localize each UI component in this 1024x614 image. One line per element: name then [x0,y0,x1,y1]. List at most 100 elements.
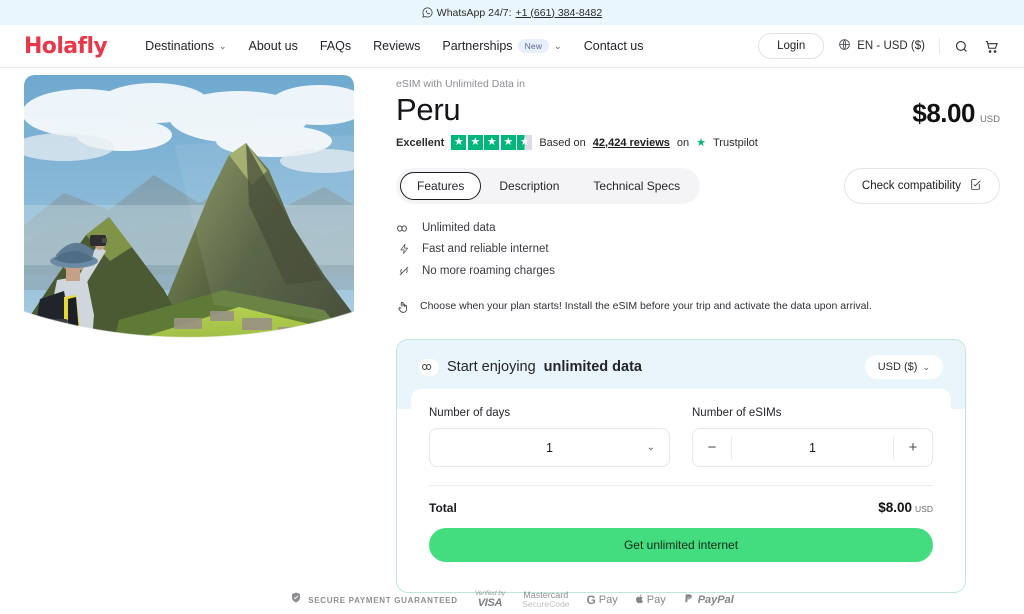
nav-item-about-us-label: About us [248,39,298,53]
whatsapp-phone-link[interactable]: +1 (661) 384-8482 [516,7,603,19]
rating-on: on [676,136,690,149]
nav-item-destinations[interactable]: Destinations ⌄ [145,39,226,53]
product-eyebrow: eSIM with Unlimited Data in [396,78,525,90]
decrement-button[interactable]: − [693,429,731,466]
page-title: Peru [396,92,461,127]
login-button[interactable]: Login [758,33,825,59]
product-tabs: Features Description Technical Specs [396,168,701,204]
secure-payment-text: SECURE PAYMENT GUARANTEED [308,595,458,605]
check-compatibility-label: Check compatibility [861,180,961,192]
chevron-down-icon: ⌄ [218,40,227,51]
tab-features[interactable]: Features [400,172,482,200]
nav-item-destinations-label: Destinations [145,39,214,53]
paypal-text: PayPal [697,594,734,606]
esims-selector-group: Number of eSIMs − 1 + [692,407,933,467]
feature-label: Fast and reliable internet [422,243,549,255]
google-pay-badge: G Pay [586,593,617,607]
lightning-icon [396,242,412,256]
page-content: eSIM with Unlimited Data in Peru $8.00 U… [0,68,1024,593]
days-selector-group: Number of days 1 ⌄ [429,407,670,467]
trustpilot-label: Trustpilot [713,136,758,149]
plan-start-note-text: Choose when your plan starts! Install th… [420,300,872,312]
paypal-badge: PayPal [683,593,734,608]
google-g-icon: G [586,593,596,607]
nav-item-reviews-label: Reviews [373,39,421,53]
number-of-esims-stepper: − 1 + [692,428,933,467]
infinity-icon [419,358,439,376]
nav-item-partnerships[interactable]: Partnerships New ⌄ [442,39,562,53]
nav-links: Destinations ⌄ About us FAQs Reviews Par… [145,39,643,53]
shield-icon [290,591,302,609]
product-price: $8.00 USD [912,92,1000,129]
days-label: Number of days [429,407,511,419]
feature-item: Unlimited data [396,222,1000,234]
whatsapp-label: WhatsApp 24/7: [436,6,512,19]
no-roaming-icon [396,264,412,278]
verified-by-visa-badge: Verified by VISA [475,591,505,609]
chevron-down-icon: ⌄ [554,40,562,51]
visa-logo-text: VISA [477,596,503,609]
number-of-esims-value: 1 [809,440,816,455]
total-label: Total [429,501,457,515]
payment-badges: SECURE PAYMENT GUARANTEED Verified by VI… [0,586,1024,614]
search-icon[interactable] [954,39,969,54]
hand-tap-icon [396,300,410,317]
chevron-down-icon: ⌄ [646,442,655,453]
apple-pay-text: Pay [646,594,666,606]
tab-description[interactable]: Description [483,173,575,199]
globe-icon [838,38,851,54]
trustpilot-star-icon: ★ [696,137,706,149]
star-icon: ★ [500,135,516,150]
purchase-card-title-bold: unlimited data [543,359,642,375]
tab-technical-specs[interactable]: Technical Specs [577,173,696,199]
trustpilot-rating: Excellent ★ ★ ★ ★ ★ Based on 42,424 revi… [396,135,1000,150]
get-unlimited-internet-button[interactable]: Get unlimited internet [429,528,933,562]
title-price-row: Peru $8.00 USD [396,92,1000,129]
chevron-down-icon: ⌄ [922,361,930,372]
nav-item-about-us[interactable]: About us [249,39,298,53]
whatsapp-icon [422,7,433,18]
purchase-card-title-prefix: Start enjoying [447,359,536,375]
total-value: $8.00 [878,500,913,515]
rating-word: Excellent [396,136,445,149]
feature-item: No more roaming charges [396,264,1000,278]
holafly-logo[interactable]: Holafly [24,34,108,59]
whatsapp-topbar: WhatsApp 24/7: +1 (661) 384-8482 [0,0,1024,25]
apple-icon [635,593,645,608]
nav-item-partnerships-label: Partnerships [442,39,513,53]
nav-item-faqs[interactable]: FAQs [320,39,351,53]
number-of-days-value: 1 [546,440,553,455]
reviews-count-link[interactable]: 42,424 reviews [593,137,670,149]
mastercard-securecode-badge: Mastercard SecureCode [522,590,569,610]
nav-item-contact-us[interactable]: Contact us [584,39,644,53]
purchase-selectors: Number of days 1 ⌄ Number of eSIMs − 1 + [429,407,933,467]
price-currency: USD [979,114,1000,125]
purchase-card: Start enjoying unlimited data USD ($) ⌄ … [396,339,966,593]
nav-item-contact-us-label: Contact us [583,39,644,53]
currency-select[interactable]: USD ($) ⌄ [864,355,943,379]
star-icon: ★ [451,135,467,150]
cart-icon[interactable] [983,38,1000,55]
increment-button[interactable]: + [894,429,932,466]
main-navbar: Holafly Destinations ⌄ About us FAQs Rev… [0,25,1024,68]
nav-item-reviews[interactable]: Reviews [373,39,420,53]
star-half-icon: ★ [517,135,533,150]
feature-label: No more roaming charges [422,265,555,277]
checklist-icon [969,178,982,194]
nav-right-actions: Login EN - USD ($) [758,33,1000,59]
star-icon: ★ [484,135,500,150]
feature-list: Unlimited data Fast and reliable interne… [396,222,1000,278]
language-currency-label: EN - USD ($) [857,40,925,52]
language-currency-selector[interactable]: EN - USD ($) [838,38,925,54]
nav-divider [939,38,940,54]
plan-start-note: Choose when your plan starts! Install th… [396,300,1000,317]
google-pay-text: Pay [598,594,618,606]
product-info-column: eSIM with Unlimited Data in Peru $8.00 U… [360,68,1000,593]
feature-label: Unlimited data [422,222,496,234]
check-compatibility-button[interactable]: Check compatibility [843,168,1000,204]
rating-stars: ★ ★ ★ ★ ★ [451,135,533,150]
esims-label: Number of eSIMs [692,407,782,419]
number-of-days-select[interactable]: 1 ⌄ [429,428,670,467]
star-icon: ★ [467,135,483,150]
rating-based-on: Based on [539,136,586,149]
